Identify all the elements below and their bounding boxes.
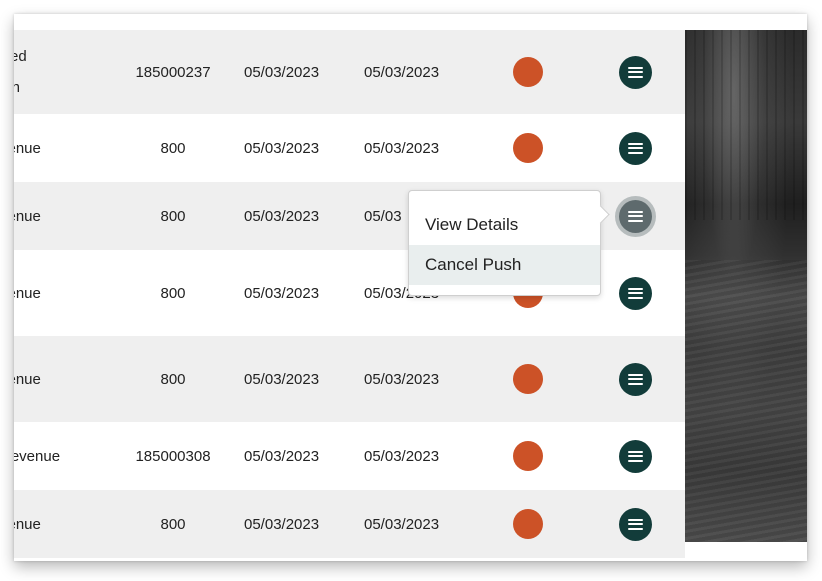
table-row: rred ion 185000237 05/03/2023 05/03/2023: [14, 30, 685, 114]
row-name: venue: [14, 370, 41, 388]
row-date-1: 05/03/2023: [244, 63, 320, 81]
grass-field-image: [685, 260, 807, 542]
row-date-2: 05/03/2023: [364, 515, 440, 533]
hamburger-icon: [627, 66, 643, 78]
status-dot: [513, 364, 543, 394]
row-amount: 800: [160, 207, 186, 225]
row-date-2: 05/03/2023: [364, 139, 440, 157]
row-menu-button[interactable]: [618, 439, 652, 473]
table-row: Revenue 185000308 05/03/2023 05/03/2023: [14, 422, 685, 490]
row-context-menu: View Details Cancel Push: [408, 190, 601, 296]
row-name-cell: venue: [14, 490, 124, 558]
records-table: rred ion 185000237 05/03/2023 05/03/2023…: [14, 14, 685, 561]
hamburger-icon: [627, 518, 643, 530]
hamburger-icon: [627, 373, 643, 385]
row-name-cell: venue: [14, 336, 124, 422]
row-date-2: 05/03/2023: [364, 370, 440, 388]
row-amount: 185000237: [135, 63, 211, 81]
row-name-cell: venue: [14, 114, 124, 182]
hamburger-icon: [627, 210, 643, 222]
row-date-1: 05/03/2023: [244, 207, 320, 225]
row-date-1: 05/03/2023: [244, 370, 320, 388]
row-amount: 800: [160, 515, 186, 533]
row-date-1: 05/03/2023: [244, 515, 320, 533]
row-date-2: 05/03/2023: [364, 63, 440, 81]
row-amount: 800: [160, 139, 186, 157]
tree-line-image: [685, 30, 807, 220]
row-name-cell: venue: [14, 182, 124, 250]
row-name: venue: [14, 284, 41, 302]
cancel-push-menu-item[interactable]: Cancel Push: [409, 245, 600, 285]
table-row: venue 800 05/03/2023 05/03/2023: [14, 336, 685, 422]
row-name-line1: rred: [14, 48, 27, 65]
screenshot-frame: rred ion 185000237 05/03/2023 05/03/2023…: [14, 14, 807, 561]
hamburger-icon: [627, 450, 643, 462]
row-amount: 800: [160, 370, 186, 388]
row-date-1: 05/03/2023: [244, 139, 320, 157]
row-menu-button-active[interactable]: [618, 199, 652, 233]
view-details-menu-item[interactable]: View Details: [409, 205, 600, 245]
row-menu-button[interactable]: [618, 55, 652, 89]
row-date-1: 05/03/2023: [244, 447, 320, 465]
row-name: venue: [14, 207, 41, 225]
status-dot: [513, 441, 543, 471]
row-amount: 185000308: [135, 447, 211, 465]
status-dot: [513, 57, 543, 87]
table-row: venue 800 05/03/2023 05/03/2023: [14, 114, 685, 182]
row-menu-button[interactable]: [618, 276, 652, 310]
row-menu-button[interactable]: [618, 131, 652, 165]
hamburger-icon: [627, 142, 643, 154]
row-name-cell: venue: [14, 250, 124, 336]
status-dot: [513, 133, 543, 163]
row-amount: 800: [160, 284, 186, 302]
row-name-cell: rred ion: [14, 30, 124, 114]
row-name: venue: [14, 515, 41, 533]
table-row: venue 800 05/03/2023 05/03/2023: [14, 490, 685, 558]
hamburger-icon: [627, 287, 643, 299]
row-name-line2: ion: [14, 79, 21, 96]
row-name: Revenue: [14, 447, 61, 465]
row-name-cell: Revenue: [14, 422, 124, 490]
status-dot: [513, 509, 543, 539]
background-photo: [685, 30, 807, 542]
row-menu-button[interactable]: [618, 362, 652, 396]
row-menu-button[interactable]: [618, 507, 652, 541]
row-name: venue: [14, 139, 41, 157]
row-date-2: 05/03/2023: [364, 447, 440, 465]
row-date-1: 05/03/2023: [244, 284, 320, 302]
